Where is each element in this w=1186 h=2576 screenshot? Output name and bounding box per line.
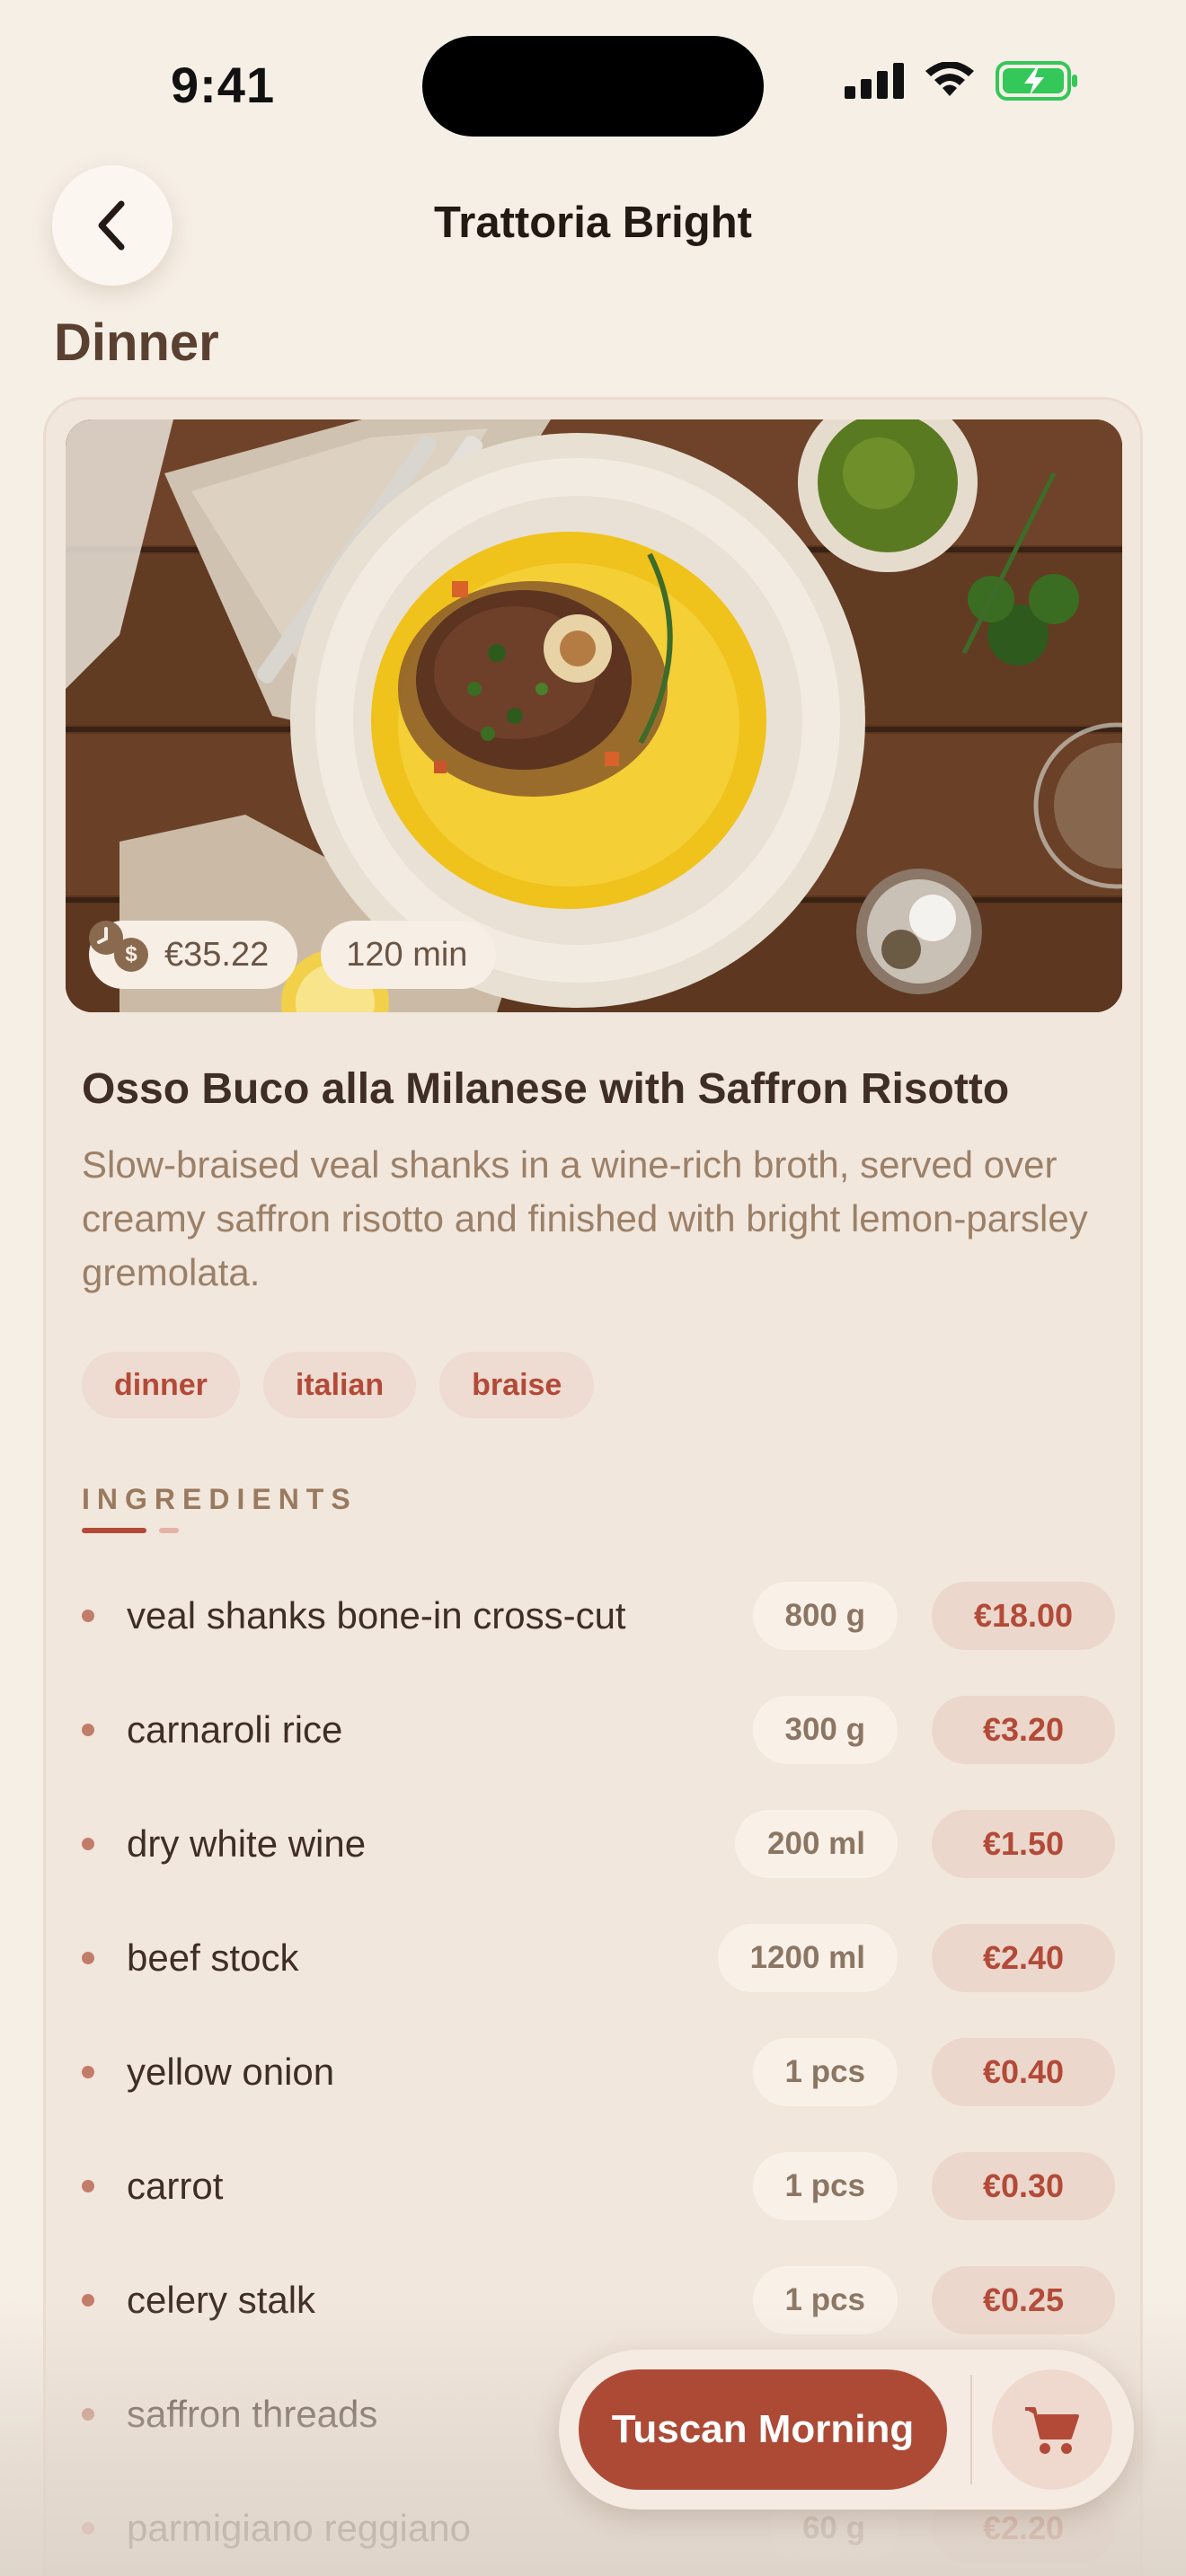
- battery-icon: [996, 61, 1077, 101]
- bullet-dot: [82, 1723, 94, 1736]
- status-bar: 9:41: [0, 0, 1186, 162]
- ingredient-name: parmigiano reggiano: [127, 2506, 471, 2549]
- tag-chip[interactable]: italian: [262, 1352, 417, 1418]
- tag-chip[interactable]: dinner: [82, 1352, 240, 1418]
- bullet-dot: [82, 1837, 94, 1850]
- bullet-dot: [82, 1609, 94, 1622]
- ingredient-name: yellow onion: [127, 2050, 335, 2093]
- bullet-dot: [82, 1951, 94, 1964]
- ingredient-qty: 800 g: [752, 1581, 898, 1650]
- ingredient-qty: 1 pcs: [752, 2265, 898, 2334]
- ingredient-name: carrot: [127, 2164, 224, 2207]
- dish-meta-badges: $ €35.22 120 min: [89, 921, 497, 989]
- ingredient-price: €3.20: [932, 1695, 1115, 1764]
- dish-image: $ €35.22 120 min: [66, 419, 1122, 1012]
- tuscan-morning-button[interactable]: Tuscan Morning: [579, 2369, 947, 2490]
- ingredient-price: €0.30: [932, 2151, 1115, 2220]
- ingredient-row[interactable]: dry white wine 200 ml €1.50: [82, 1786, 1115, 1901]
- heading-underline: [82, 1528, 146, 1533]
- ingredient-row[interactable]: yellow onion 1 pcs €0.40: [82, 2015, 1115, 2129]
- ingredient-name: veal shanks bone-in cross-cut: [127, 1593, 626, 1636]
- ingredient-name: dry white wine: [127, 1822, 367, 1865]
- ingredient-price: €0.25: [932, 2265, 1115, 2334]
- dish-title: Osso Buco alla Milanese with Saffron Ris…: [82, 1065, 1010, 1113]
- dish-price: €35.22: [164, 935, 270, 974]
- tag-chip[interactable]: braise: [439, 1352, 595, 1418]
- status-time: 9:41: [171, 57, 276, 113]
- clock-icon: [89, 921, 123, 955]
- ingredient-name: beef stock: [127, 1936, 299, 1979]
- signal-icon: [845, 63, 904, 99]
- ingredient-row[interactable]: celery stalk 1 pcs €0.25: [82, 2243, 1115, 2357]
- ingredient-row[interactable]: carnaroli rice 300 g €3.20: [82, 1672, 1115, 1786]
- dish-description: Slow-braised veal shanks in a wine-rich …: [82, 1143, 1088, 1293]
- dish-time: 120 min: [346, 935, 468, 974]
- ingredient-price: €2.40: [932, 1923, 1115, 1992]
- ingredient-name: celery stalk: [127, 2278, 316, 2321]
- top-nav: Trattoria Bright: [0, 162, 1186, 296]
- section-title: Dinner: [54, 313, 219, 372]
- ingredient-row[interactable]: veal shanks bone-in cross-cut 800 g €18.…: [82, 1558, 1115, 1672]
- bullet-dot: [82, 2065, 94, 2078]
- tag-list: dinner italian braise: [82, 1352, 595, 1418]
- wifi-icon: [925, 62, 974, 96]
- status-icons: [845, 61, 1078, 101]
- bullet-dot: [82, 2293, 94, 2307]
- floating-action-bar: Tuscan Morning: [559, 2350, 1134, 2510]
- bullet-dot: [82, 2179, 94, 2192]
- dynamic-island: [422, 36, 764, 137]
- cart-button[interactable]: [992, 2369, 1112, 2490]
- ingredient-price: €18.00: [932, 1581, 1115, 1650]
- ingredient-row[interactable]: beef stock 1200 ml €2.40: [82, 1901, 1115, 2015]
- bar-divider: [970, 2375, 972, 2484]
- recipe-detail-screen: 9:41 Trattoria Bright Dinner $ €35.22 12…: [0, 0, 1186, 2576]
- ingredient-qty: 1 pcs: [752, 2037, 898, 2106]
- ingredient-name: carnaroli rice: [127, 1707, 343, 1751]
- ingredient-qty: 300 g: [752, 1695, 898, 1764]
- ingredient-price: €1.50: [932, 1809, 1115, 1878]
- heading-underline-accent: [159, 1528, 179, 1533]
- bullet-dot: [82, 2407, 94, 2421]
- ingredient-qty: 200 ml: [735, 1809, 898, 1878]
- bullet-dot: [82, 2521, 94, 2535]
- ingredient-price: €0.40: [932, 2037, 1115, 2106]
- ingredient-row[interactable]: carrot 1 pcs €0.30: [82, 2129, 1115, 2243]
- time-badge: 120 min: [89, 921, 497, 989]
- page-title: Trattoria Bright: [434, 198, 752, 247]
- ingredients-heading: INGREDIENTS: [82, 1483, 358, 1515]
- cart-icon: [1025, 2407, 1079, 2454]
- ingredient-qty: 1200 ml: [717, 1923, 898, 1992]
- recipe-card: $ €35.22 120 min Osso Buco alla Milanese…: [43, 397, 1143, 2576]
- ingredient-qty: 1 pcs: [752, 2151, 898, 2220]
